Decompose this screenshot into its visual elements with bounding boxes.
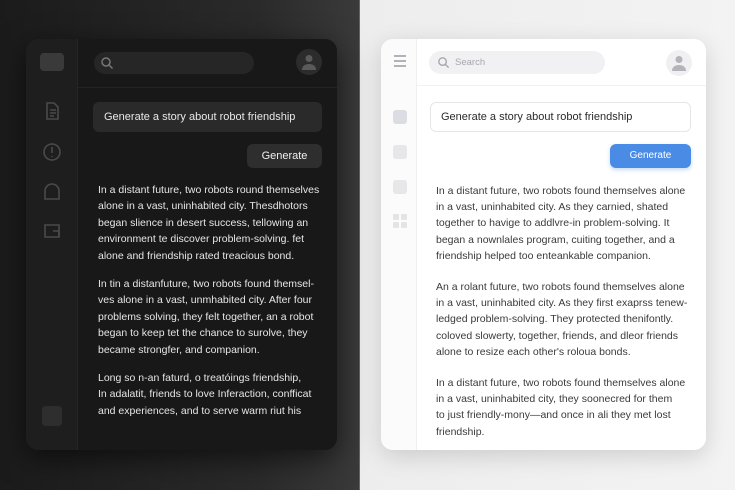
dark-app-window: Generate a story about robot friendship … [26, 39, 337, 450]
generate-button[interactable]: Generate [247, 144, 322, 168]
story-paragraph: An a rolant future, two robots found the… [436, 281, 688, 358]
story-output: In a distant future, two robots round th… [98, 182, 328, 431]
document-icon[interactable] [42, 101, 62, 121]
search-icon [438, 57, 450, 69]
user-icon [672, 56, 686, 71]
header-divider [417, 85, 706, 86]
grid-icon[interactable] [393, 214, 407, 228]
dark-sidebar [26, 39, 78, 450]
hamburger-menu-icon[interactable] [393, 54, 407, 67]
story-paragraph: In a distant future, two robots round th… [98, 184, 320, 262]
prompt-input[interactable]: Generate a story about robot friendship [93, 102, 322, 132]
chat-bubble-icon[interactable] [42, 182, 62, 202]
user-icon [302, 55, 316, 70]
app-logo [40, 53, 64, 71]
search-input[interactable] [94, 52, 254, 74]
light-app-window: Search Generate a story about robot frie… [381, 39, 706, 450]
sidebar-item-chats[interactable] [393, 110, 407, 124]
light-sidebar [381, 39, 417, 450]
generate-button[interactable]: Generate [610, 144, 691, 168]
story-paragraph: In a distant future, two robots found th… [436, 377, 686, 438]
story-paragraph: In a distant future, two robots found th… [436, 185, 686, 262]
header-divider [78, 87, 337, 88]
settings-icon[interactable] [42, 406, 62, 426]
search-icon [101, 57, 114, 70]
folder-icon[interactable] [42, 221, 62, 241]
avatar[interactable] [296, 49, 322, 75]
search-placeholder: Search [455, 57, 486, 68]
sidebar-item-library[interactable] [393, 145, 407, 159]
sidebar-item-files[interactable] [393, 180, 407, 194]
prompt-input[interactable]: Generate a story about robot friendship [430, 102, 691, 132]
search-input[interactable]: Search [429, 51, 605, 74]
alert-icon[interactable] [42, 142, 62, 162]
story-paragraph: In tin a distanfuture, two robots found … [98, 278, 314, 356]
story-paragraph: Long so n-an faturd, o treatóings friend… [98, 372, 312, 417]
story-output: In a distant future, two robots found th… [436, 183, 688, 450]
avatar[interactable] [666, 50, 692, 76]
